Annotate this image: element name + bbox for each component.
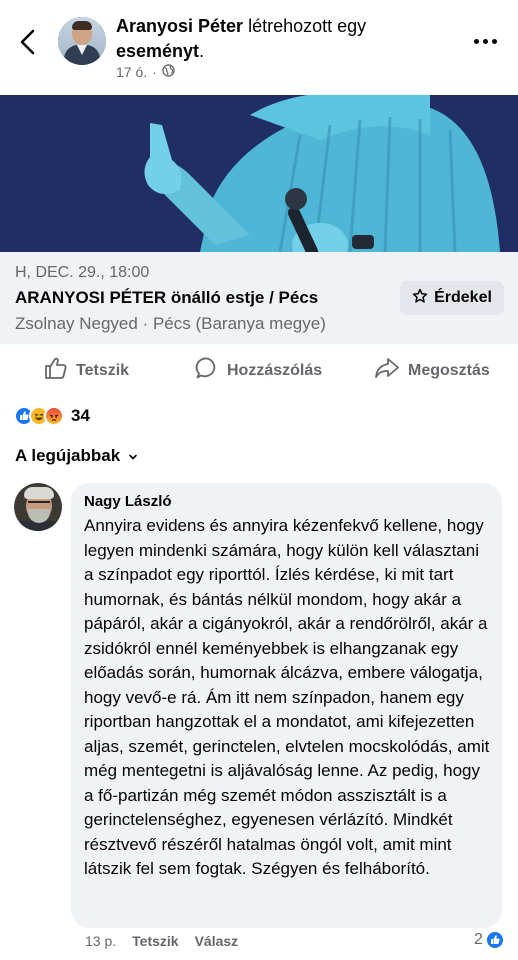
comment-text: Annyira evidens és annyira kézenfekvő ke… [84, 516, 490, 878]
like-icon [484, 930, 505, 950]
post-action-text: létrehozott egy [243, 16, 367, 36]
post-meta: 17 ó. · [116, 64, 175, 80]
like-button[interactable]: Tetszik [44, 356, 129, 385]
meta-separator: · [152, 64, 157, 80]
globe-icon [162, 64, 175, 80]
interested-button[interactable]: Érdekel [400, 281, 504, 315]
back-arrow-icon[interactable] [16, 28, 40, 56]
comment-like-button[interactable]: Tetszik [132, 933, 178, 949]
commenter-avatar[interactable] [14, 483, 62, 531]
event-name[interactable]: ARANYOSI PÉTER önálló estje / Pécs [15, 288, 318, 308]
sort-label: A legújabbak [15, 446, 121, 465]
comment-author[interactable]: Nagy László [84, 492, 490, 512]
author-avatar[interactable] [58, 17, 106, 65]
post-title: Aranyosi Péter létrehozott egy eseményt. [116, 14, 446, 64]
event-date: H, DEC. 29., 18:00 [15, 264, 150, 281]
comment-footer: 13 p. Tetszik Válasz [85, 933, 254, 949]
comment-reactions[interactable]: 2 [474, 930, 505, 950]
angry-icon [44, 406, 64, 426]
comment-time[interactable]: 13 p. [85, 933, 116, 949]
share-label: Megosztás [408, 361, 490, 379]
comment-button[interactable]: Hozzászólás [195, 356, 322, 385]
like-label: Tetszik [76, 361, 130, 379]
comment-reply-button[interactable]: Válasz [195, 933, 239, 949]
event-cover-image[interactable] [0, 95, 518, 252]
chevron-down-icon [128, 446, 138, 466]
author-name[interactable]: Aranyosi Péter [116, 16, 243, 36]
reaction-count: 34 [71, 406, 90, 425]
share-button[interactable]: Megosztás [374, 356, 490, 385]
post-object-link[interactable]: eseményt [116, 41, 199, 61]
comment-sort-dropdown[interactable]: A legújabbak [15, 446, 138, 466]
star-icon [412, 288, 428, 309]
reactions-summary[interactable]: 34 [14, 404, 90, 428]
post-header: Aranyosi Péter létrehozott egy eseményt.… [0, 0, 518, 95]
interested-label: Érdekel [434, 289, 492, 306]
comment-bubble-icon [195, 356, 219, 385]
share-arrow-icon [374, 356, 400, 385]
event-place[interactable]: Zsolnay Negyed · Pécs (Baranya megye) [15, 314, 326, 334]
post-time[interactable]: 17 ó. [116, 64, 147, 80]
comment-label: Hozzászólás [227, 361, 323, 379]
post-actions-bar: Tetszik Hozzászólás Megosztás [0, 344, 518, 394]
more-options-icon[interactable] [474, 32, 502, 50]
comment-like-count: 2 [474, 931, 483, 948]
post-object-suffix: . [199, 41, 205, 61]
thumbs-up-icon [44, 356, 68, 385]
comment-bubble: Nagy László Annyira evidens és annyira k… [71, 483, 502, 928]
